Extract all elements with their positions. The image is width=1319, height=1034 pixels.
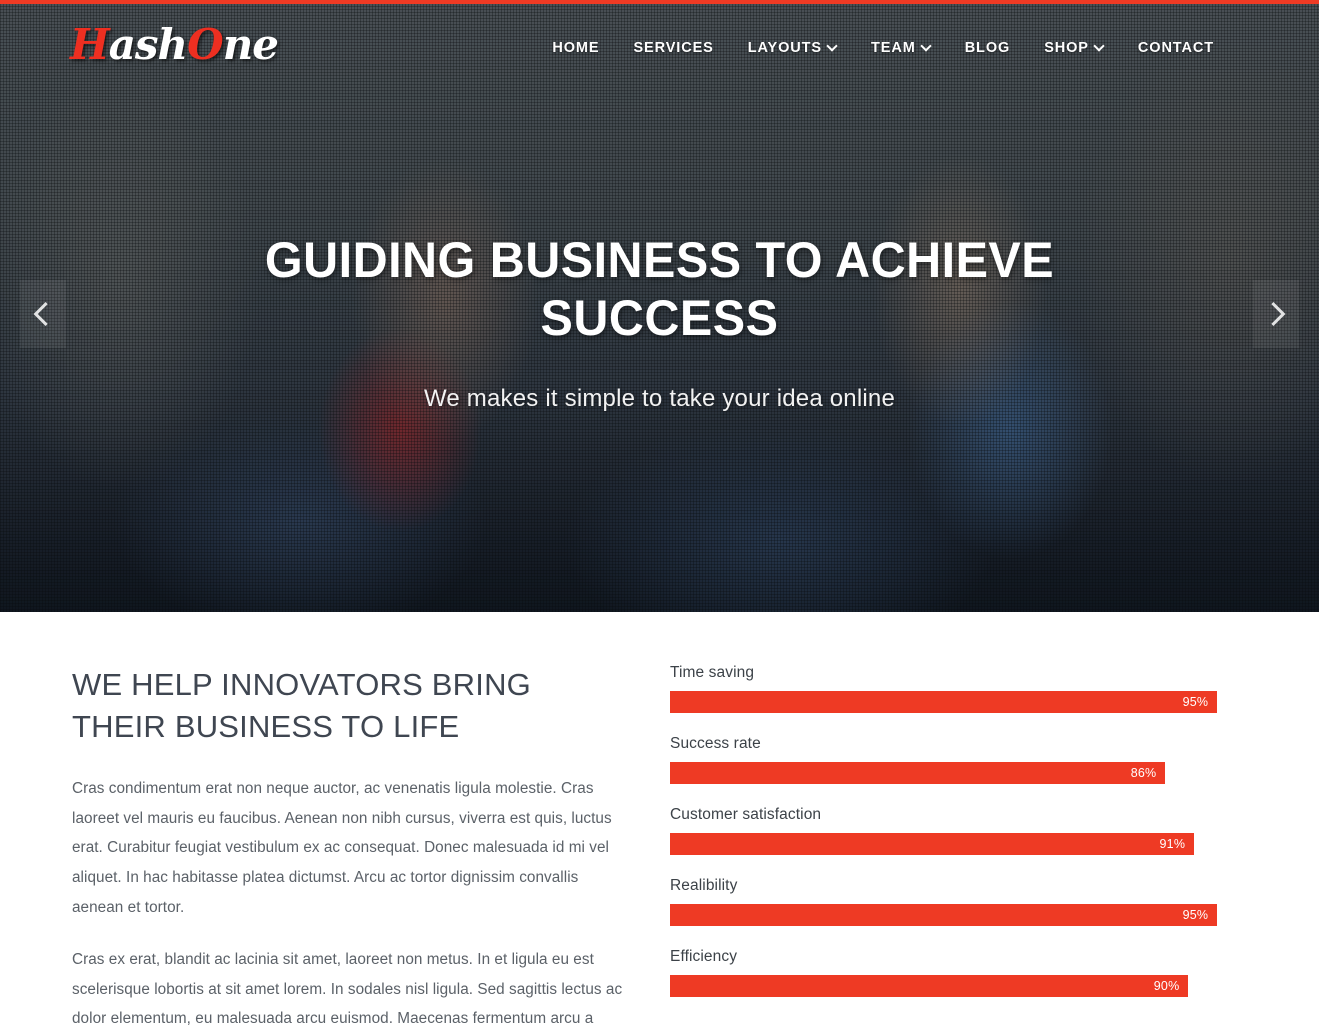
skill-label: Time saving [670,664,755,681]
slider-prev-button[interactable] [20,280,66,348]
logo-letter-o: O [187,20,224,69]
skill-label: Realibility [670,877,738,894]
nav-item-team[interactable]: TEAM [854,36,948,60]
chevron-right-icon [1261,301,1286,327]
nav-label-layouts: LAYOUTS [747,40,822,56]
skill-fill: 90% [670,975,1189,997]
skill-fill: 95% [670,691,1218,713]
site-header: HashOne HOME SERVICES LAYOUTS TEAM BLOG … [0,4,1319,92]
nav-label-home: HOME [552,40,600,56]
logo-letter-h: H [70,20,110,69]
nav-label-shop: SHOP [1044,40,1089,56]
nav-item-blog[interactable]: BLOG [948,36,1028,60]
chevron-left-icon [33,301,58,327]
hero-title: GUIDING BUSINESS TO ACHIEVE SUCCESS [264,232,1055,346]
about-paragraph-1: Cras condimentum erat non neque auctor, … [72,779,612,916]
skill-track: 91% [670,833,1246,855]
logo-text-ne: ne [222,20,279,69]
skill-item: Time saving 95% [670,664,1246,713]
hero-subtitle: We makes it simple to take your idea onl… [423,385,896,412]
skill-percent: 95% [1182,908,1209,922]
skill-fill: 95% [670,904,1218,926]
skill-fill: 91% [670,833,1195,855]
nav-item-layouts[interactable]: LAYOUTS [731,36,854,60]
skill-item: Success rate 86% [670,735,1246,784]
about-text-column: WE HELP INNOVATORS BRING THEIR BUSINESS … [72,664,632,1034]
nav-label-services: SERVICES [633,40,714,56]
skill-label: Success rate [670,735,761,752]
skill-item: Realibility 95% [670,877,1246,926]
chevron-down-icon [922,42,931,51]
hero-caption: GUIDING BUSINESS TO ACHIEVE SUCCESS We m… [0,232,1319,413]
page-title: WE HELP INNOVATORS BRING THEIR BUSINESS … [72,667,531,744]
nav-label-blog: BLOG [964,40,1011,56]
nav-item-shop[interactable]: SHOP [1027,36,1121,60]
nav-label-contact: CONTACT [1137,40,1214,56]
nav-item-home[interactable]: HOME [535,36,616,60]
skill-track: 86% [670,762,1246,784]
skill-percent: 91% [1159,837,1186,851]
main-navigation: HOME SERVICES LAYOUTS TEAM BLOG SHOP CON… [535,36,1231,60]
about-section: WE HELP INNOVATORS BRING THEIR BUSINESS … [0,612,1319,1027]
logo-text-ash: ash [108,20,188,69]
skill-percent: 95% [1182,695,1209,709]
top-accent-bar [0,0,1319,4]
skill-label: Customer satisfaction [670,806,822,823]
nav-label-team: TEAM [871,40,916,56]
about-paragraph-2: Cras ex erat, blandit ac lacinia sit ame… [72,950,623,1028]
skill-percent: 86% [1130,766,1157,780]
chevron-down-icon [828,42,837,51]
skill-label: Efficiency [670,948,738,965]
skill-fill: 86% [670,762,1166,784]
skill-item: Efficiency 90% [670,948,1246,997]
slider-next-button[interactable] [1253,280,1299,348]
skill-item: Customer satisfaction 91% [670,806,1246,855]
skill-percent: 90% [1153,979,1180,993]
chevron-down-icon [1095,42,1104,51]
skill-track: 95% [670,691,1246,713]
skill-track: 95% [670,904,1246,926]
skill-track: 90% [670,975,1246,997]
nav-item-services[interactable]: SERVICES [616,36,730,60]
site-logo[interactable]: HashOne [70,20,279,69]
skill-bars-column: Time saving 95% Success rate 86% Custome… [670,664,1246,997]
nav-item-contact[interactable]: CONTACT [1121,36,1231,60]
